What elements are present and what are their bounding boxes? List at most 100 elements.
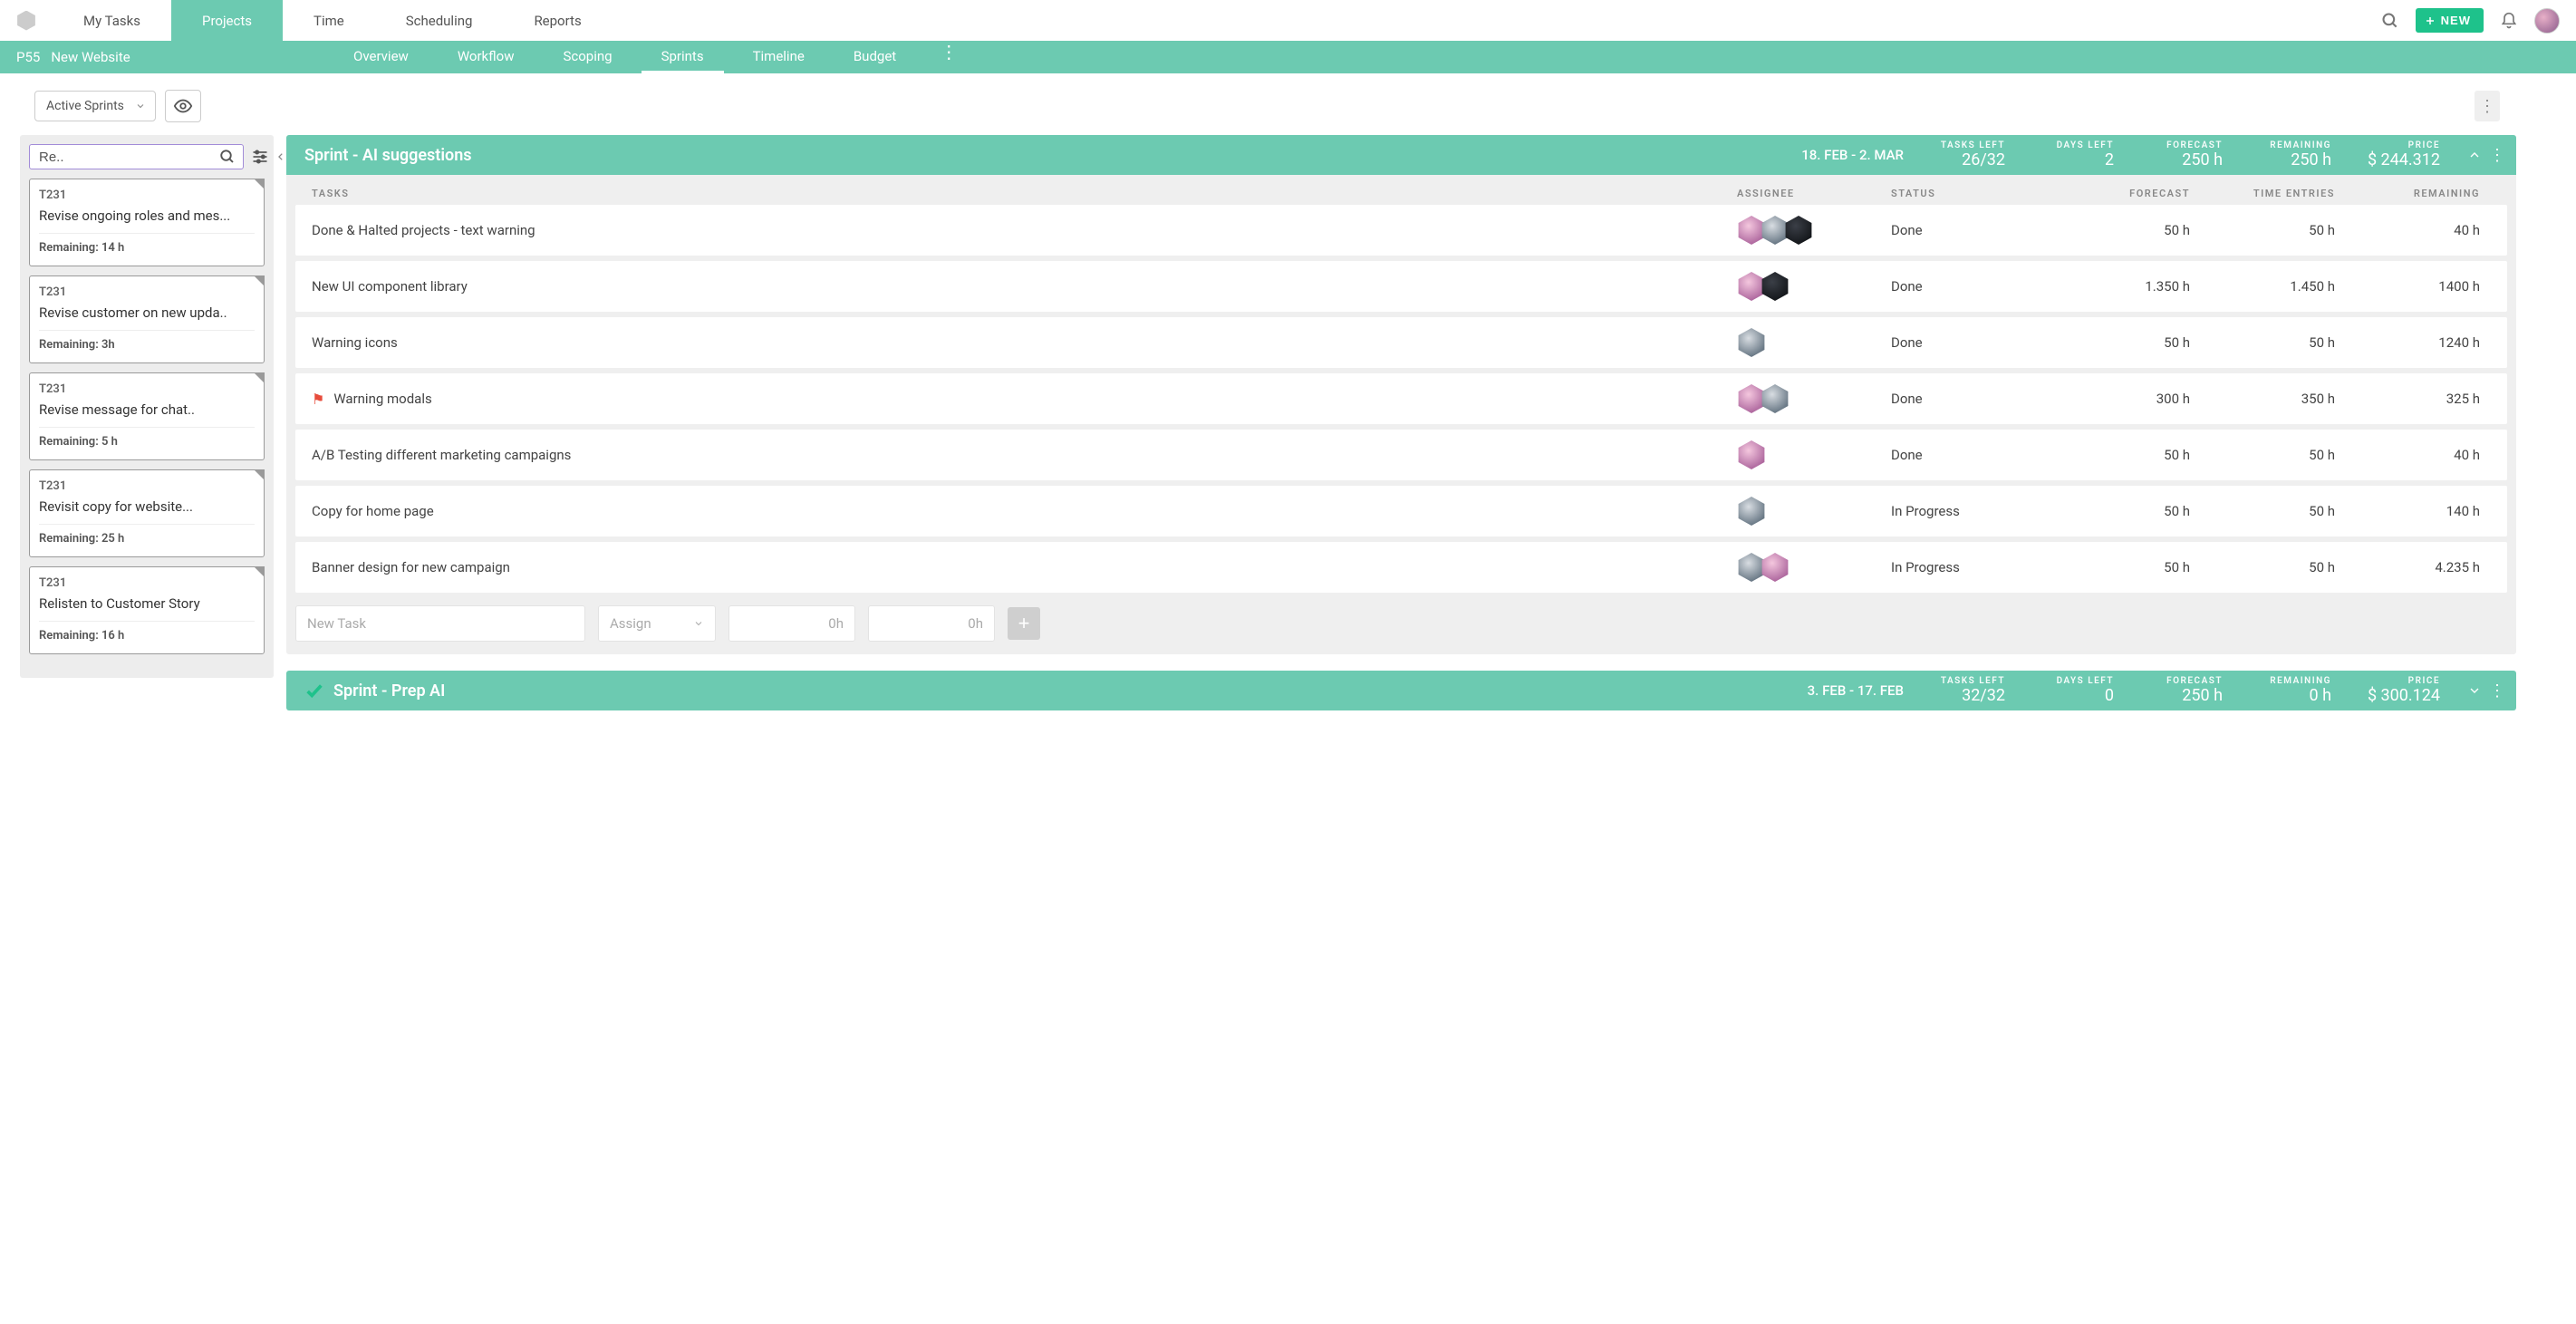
task-forecast: 50 h (2045, 503, 2190, 519)
task-forecast: 50 h (2045, 447, 2190, 463)
col-status: STATUS (1891, 188, 2045, 199)
user-avatar[interactable] (2534, 8, 2560, 34)
task-status: Done (1891, 334, 2045, 351)
task-remaining: 325 h (2335, 391, 2480, 407)
sprint-filter-select[interactable]: Active Sprints (34, 91, 156, 121)
top-nav-tabs: My Tasks Projects Time Scheduling Report… (53, 0, 613, 41)
tab-scoping[interactable]: Scoping (543, 41, 632, 73)
metric-tasks-left: TASKS LEFT32/32 (1918, 676, 2018, 705)
backlog-card-id: T231 (39, 382, 255, 396)
task-row[interactable]: A/B Testing different marketing campaign… (295, 430, 2507, 480)
top-nav-right: NEW (2379, 8, 2576, 34)
assignee-group (1737, 272, 1891, 301)
tab-budget[interactable]: Budget (834, 41, 916, 73)
page-more-menu[interactable]: ⋮ (2475, 91, 2500, 121)
sprint-title: Sprint - AI suggestions (304, 146, 472, 165)
task-remaining: 4.235 h (2335, 559, 2480, 575)
task-time: 50 h (2190, 559, 2335, 575)
search-icon[interactable] (2379, 10, 2401, 32)
task-remaining: 140 h (2335, 503, 2480, 519)
new-task-input[interactable]: New Task (295, 605, 585, 642)
assignee-avatar (1737, 553, 1766, 582)
assignee-group (1737, 440, 1891, 469)
topnav-time[interactable]: Time (283, 0, 375, 41)
task-forecast: 50 h (2045, 334, 2190, 351)
task-row[interactable]: Done & Halted projects - text warning Don… (295, 205, 2507, 256)
topnav-scheduling[interactable]: Scheduling (375, 0, 504, 41)
bell-icon[interactable] (2498, 10, 2520, 32)
sprint-complete-icon (304, 681, 324, 701)
task-remaining: 40 h (2335, 222, 2480, 238)
task-row[interactable]: New UI component libraryDone1.350 h1.450… (295, 261, 2507, 312)
assignee-avatar (1737, 384, 1766, 413)
backlog-card[interactable]: T231Revise ongoing roles and mes...Remai… (29, 179, 265, 266)
sprint-more-icon[interactable]: ⋮ (2489, 146, 2505, 165)
backlog-card-remaining: Remaining: 14 h (39, 233, 255, 255)
sprint-date-range: 3. FEB - 17. FEB (1808, 682, 1909, 699)
assignee-group (1737, 497, 1891, 526)
metric-forecast: FORECAST250 h (2136, 140, 2235, 169)
tab-sprints[interactable]: Sprints (642, 41, 724, 73)
task-status: In Progress (1891, 559, 2045, 575)
assignee-avatar (1737, 440, 1766, 469)
backlog-card-id: T231 (39, 479, 255, 493)
new-task-hours-1[interactable]: 0h (728, 605, 855, 642)
topnav-projects[interactable]: Projects (171, 0, 283, 41)
task-forecast: 50 h (2045, 222, 2190, 238)
task-status: Done (1891, 391, 2045, 407)
assignee-group (1737, 553, 1891, 582)
backlog-search[interactable] (29, 144, 244, 169)
task-row[interactable]: Banner design for new campaignIn Progres… (295, 542, 2507, 593)
metric-days-left: DAYS LEFT2 (2027, 140, 2127, 169)
col-assignee: ASSIGNEE (1737, 188, 1891, 199)
new-task-hours-2[interactable]: 0h (868, 605, 995, 642)
sprint-header[interactable]: Sprint - AI suggestions18. FEB - 2. MART… (286, 135, 2516, 175)
assignee-avatar (1761, 216, 1790, 245)
topnav-my-tasks[interactable]: My Tasks (53, 0, 171, 41)
new-task-add-button[interactable]: + (1008, 607, 1040, 640)
chevron-down-icon (135, 101, 146, 111)
tab-overview[interactable]: Overview (333, 41, 429, 73)
task-name: Copy for home page (312, 503, 434, 519)
backlog-card[interactable]: T231Revisit copy for website...Remaining… (29, 469, 265, 557)
sprint-filter-select-value: Active Sprints (46, 99, 124, 113)
backlog-card-title: Revisit copy for website... (39, 498, 255, 515)
task-row[interactable]: Copy for home pageIn Progress50 h50 h140… (295, 486, 2507, 536)
task-row[interactable]: ⚑Warning modalsDone300 h350 h325 h (295, 373, 2507, 424)
visibility-toggle[interactable] (165, 90, 201, 122)
task-row[interactable]: Warning iconsDone50 h50 h1240 h (295, 317, 2507, 368)
assignee-avatar (1737, 497, 1766, 526)
assignee-avatar (1737, 272, 1766, 301)
app-logo[interactable] (0, 11, 53, 31)
project-tabs-more-icon[interactable]: ⋮ (925, 41, 972, 73)
backlog-card[interactable]: T231Revise customer on new upda..Remaini… (29, 275, 265, 363)
sprint-toggle-icon[interactable] (2467, 148, 2482, 162)
task-name: Done & Halted projects - text warning (312, 222, 535, 238)
assignee-avatar (1737, 216, 1766, 245)
task-name: A/B Testing different marketing campaign… (312, 447, 571, 463)
sprint-toggle-icon[interactable] (2467, 683, 2482, 698)
new-button[interactable]: NEW (2416, 8, 2484, 33)
backlog-card[interactable]: T231Revise message for chat..Remaining: … (29, 372, 265, 460)
sprint-block: Sprint - Prep AI3. FEB - 17. FEBTASKS LE… (286, 671, 2516, 710)
sprint-area: Sprint - AI suggestions18. FEB - 2. MART… (274, 135, 2576, 727)
assignee-avatar (1737, 328, 1766, 357)
sprint-more-icon[interactable]: ⋮ (2489, 681, 2505, 701)
backlog-card[interactable]: T231Relisten to Customer StoryRemaining:… (29, 566, 265, 654)
task-status: Done (1891, 222, 2045, 238)
task-forecast: 300 h (2045, 391, 2190, 407)
backlog-search-input[interactable] (39, 150, 219, 165)
topnav-reports[interactable]: Reports (503, 0, 612, 41)
backlog-card-title: Revise customer on new upda.. (39, 304, 255, 321)
sprint-header[interactable]: Sprint - Prep AI3. FEB - 17. FEBTASKS LE… (286, 671, 2516, 710)
assignee-avatar (1761, 384, 1790, 413)
filter-icon[interactable] (251, 148, 269, 166)
task-time: 50 h (2190, 222, 2335, 238)
task-remaining: 1240 h (2335, 334, 2480, 351)
col-time-entries: TIME ENTRIES (2190, 188, 2335, 199)
new-task-assign[interactable]: Assign (598, 605, 716, 642)
toolbar: Active Sprints ⋮ (0, 90, 2576, 135)
col-remaining: REMAINING (2335, 188, 2480, 199)
tab-timeline[interactable]: Timeline (733, 41, 825, 73)
tab-workflow[interactable]: Workflow (438, 41, 535, 73)
